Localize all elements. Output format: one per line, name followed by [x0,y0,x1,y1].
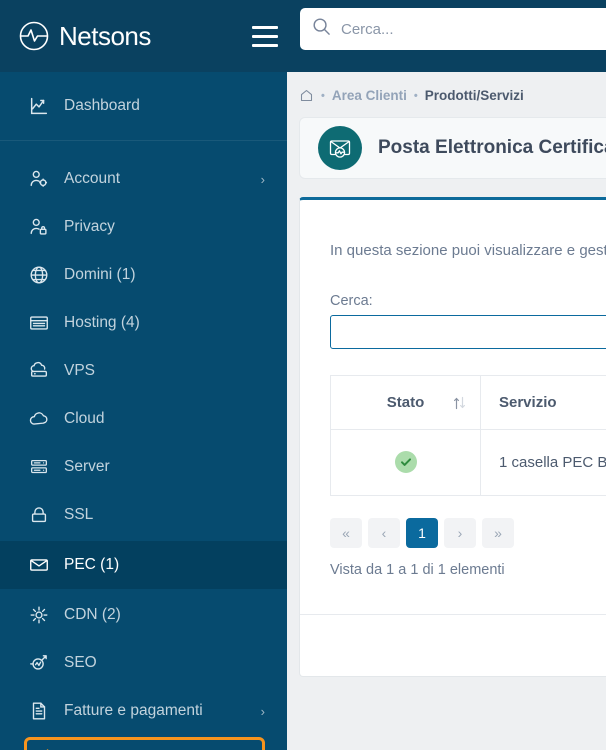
sidebar-item-label: Account [64,170,121,187]
top-bar: Netsons [0,0,606,72]
breadcrumb-separator: • [413,89,418,102]
sort-arrows-icon[interactable] [453,395,466,410]
sidebar-item-label: SEO [64,654,97,671]
hamburger-bar [252,43,278,47]
hamburger-menu-icon[interactable] [252,25,278,47]
home-icon[interactable] [299,88,314,103]
breadcrumb-separator: • [321,89,325,102]
sidebar-item-server[interactable]: Server [0,445,287,489]
pagination-first-button[interactable]: « [330,518,362,548]
global-search[interactable] [300,8,606,50]
chevron-right-icon: › [260,171,265,187]
pagination-prev-button[interactable]: ‹ [368,518,400,548]
sidebar-item-pec[interactable]: PEC (1) [0,541,287,589]
pagination-last-button[interactable]: » [482,518,514,548]
table-column-stato[interactable]: Stato [330,375,481,430]
sidebar-item-cdn[interactable]: CDN (2) [0,593,287,637]
check-circle-icon [394,451,417,473]
card-footer [300,614,606,666]
sidebar-item-fatture-e-pagamenti[interactable]: Fatture e pagamenti › [0,689,287,733]
table-search-block: Cerca: [300,259,606,349]
globe-icon [28,264,58,286]
sidebar-item-label: SSL [64,506,94,523]
sidebar-item-hosting[interactable]: Hosting (4) [0,301,287,345]
chart-line-icon [28,95,58,117]
pagination-info: Vista da 1 a 1 di 1 elementi [330,562,505,578]
table-body: 1 casella PEC Base [330,429,606,496]
server-rack-icon [28,456,58,478]
vps-cloud-server-icon [28,360,58,382]
pagination-page-1[interactable]: 1 [406,518,438,548]
sidebar-section-services: Account › Privacy Domini (1) Hosting (4)… [0,141,287,750]
sidebar-item-label: PEC (1) [64,556,120,573]
cloud-icon [28,408,58,430]
sidebar-item-label: VPS [64,362,96,379]
table-head: Stato Servizio [330,375,606,430]
sidebar-item-label: Privacy [64,218,115,235]
invoice-document-icon [28,700,58,722]
sidebar-item-label: Dashboard [64,97,140,114]
table-cell-servizio: 1 casella PEC Base [480,429,606,496]
search-input[interactable] [341,20,606,38]
breadcrumb: • Area Clienti • Prodotti/Servizi [287,72,606,113]
netsons-circle-pulse-logo-icon [18,20,50,52]
sidebar-item-label: CDN (2) [64,606,121,623]
table-column-label: Stato [386,394,425,411]
user-gear-icon [28,168,58,190]
sidebar-item-account[interactable]: Account › [0,157,287,201]
sidebar-item-label: Server [64,458,110,475]
table-search-input[interactable] [330,315,606,349]
intro-text: In questa sezione puoi visualizzare e ge… [330,242,606,259]
table-column-label: Servizio [499,394,557,411]
breadcrumb-current: Prodotti/Servizi [424,88,524,103]
sidebar-item-ssl[interactable]: SSL [0,493,287,537]
search-icon [312,17,331,41]
sidebar-item-label: Fatture e pagamenti [64,702,203,719]
lock-ssl-icon [28,504,58,526]
pec-certified-mail-icon [318,126,362,170]
hosting-panel-icon [28,312,58,334]
sidebar-section-dashboard: Dashboard [0,72,287,141]
sidebar-item-label: Hosting (4) [64,314,140,331]
brand-name: Netsons [59,20,151,51]
seo-arrow-icon [28,652,58,674]
table-column-servizio: Servizio [480,375,606,430]
hand-money-icon [31,746,65,750]
sidebar-item-label: Cloud [64,410,105,427]
sidebar-item-label: Domini (1) [64,266,136,283]
pagination-next-button[interactable]: › [444,518,476,548]
chevron-right-icon: › [260,703,265,719]
table-header-row: Stato Servizio [330,375,606,430]
pagination: « ‹ 1 › » [330,518,606,548]
page-title: Posta Elettronica Certificata [378,137,606,158]
main-content: • Area Clienti • Prodotti/Servizi Posta … [287,72,606,750]
cdn-network-icon [28,604,58,626]
services-card: In questa sezione puoi visualizzare e ge… [299,197,606,677]
sidebar-item-seo[interactable]: SEO [0,641,287,685]
sidebar-item-guadagna[interactable]: Guadagna [24,737,265,750]
sidebar-item-vps[interactable]: VPS [0,349,287,393]
user-lock-icon [28,216,58,238]
sidebar-item-dashboard[interactable]: Dashboard [0,72,287,140]
hamburger-bar [252,34,278,38]
table-row[interactable]: 1 casella PEC Base [330,429,606,496]
app-root: Netsons Cerca... Dashboard Account › Pri… [0,0,606,750]
table-search-label: Cerca: [330,293,373,309]
envelope-icon [28,554,58,576]
sidebar-item-privacy[interactable]: Privacy [0,205,287,249]
services-table: Stato Servizio 1 casella PEC B [330,375,606,496]
sidebar-item-cloud[interactable]: Cloud [0,397,287,441]
table-cell-stato [330,429,481,496]
brand-logo[interactable]: Netsons [18,20,218,52]
breadcrumb-link-area-clienti[interactable]: Area Clienti [332,88,407,103]
hamburger-bar [252,25,278,29]
page-header-card: Posta Elettronica Certificata [299,117,606,179]
sidebar-item-domini[interactable]: Domini (1) [0,253,287,297]
sidebar: Dashboard Account › Privacy Domini (1) H… [0,72,287,750]
